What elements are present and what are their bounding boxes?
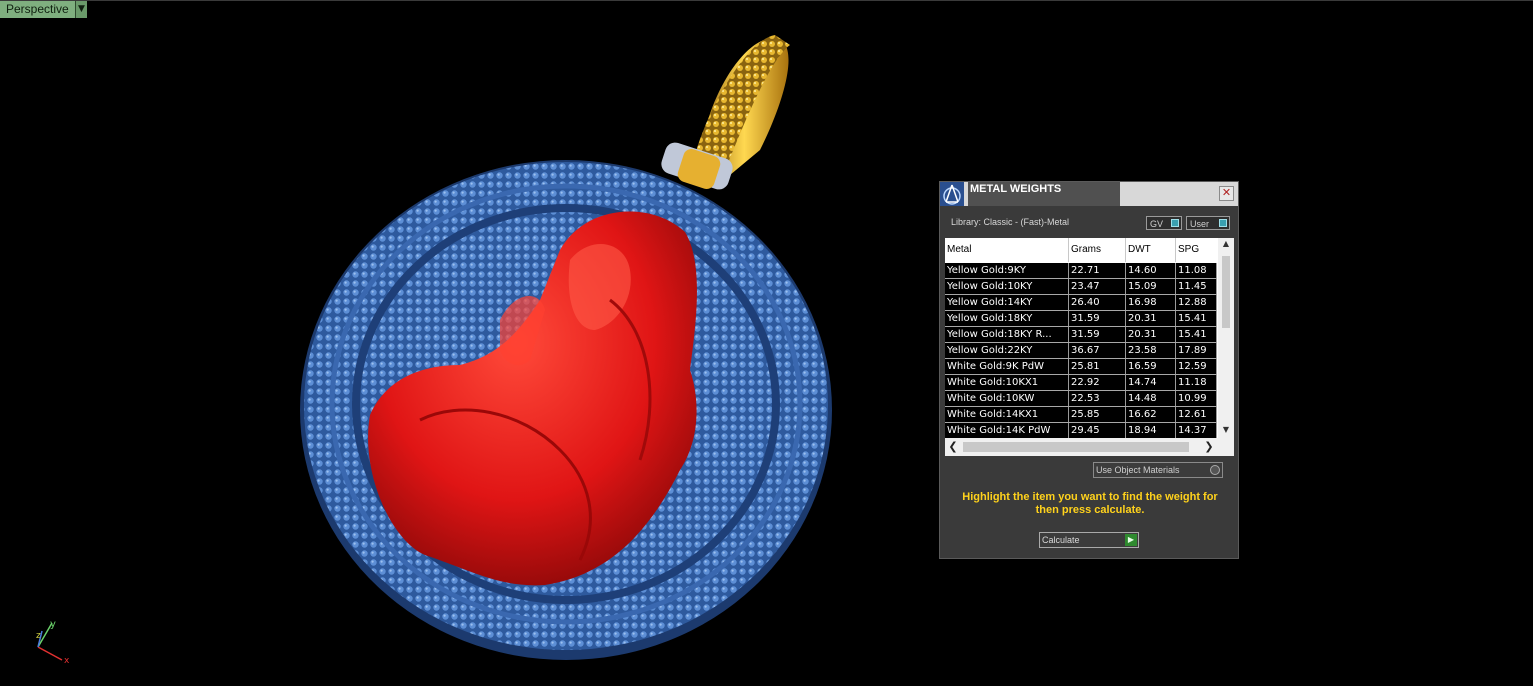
gv-toggle-icon [1171,219,1179,227]
dwt-cell: 14.48 [1126,391,1176,406]
calculate-label: Calculate [1042,535,1080,545]
grams-cell: 31.59 [1069,327,1126,342]
table-row[interactable]: Yellow Gold:22KY 36.67 23.58 17.89 [945,343,1217,359]
spg-cell: 12.88 [1176,295,1217,310]
vertical-scrollbar[interactable]: ▲ ▼ [1218,238,1234,438]
dwt-cell: 16.59 [1126,359,1176,374]
table-row[interactable]: Yellow Gold:9KY 22.71 14.60 11.08 [945,263,1217,279]
metal-cell: Yellow Gold:14KY [945,295,1069,310]
metal-cell: Yellow Gold:10KY [945,279,1069,294]
spg-cell: 15.41 [1176,327,1217,342]
scroll-right-icon[interactable]: ❯ [1201,438,1217,456]
grams-cell: 23.47 [1069,279,1126,294]
column-header-spg[interactable]: SPG [1176,238,1217,262]
metal-cell: White Gold:10KW [945,391,1069,406]
table-row[interactable]: White Gold:10KX1 22.92 14.74 11.18 [945,375,1217,391]
viewport-label[interactable]: Perspective [0,1,76,18]
dwt-cell: 14.74 [1126,375,1176,390]
metal-cell: Yellow Gold:22KY [945,343,1069,358]
grams-cell: 22.53 [1069,391,1126,406]
close-icon[interactable]: ✕ [1219,186,1234,201]
table-row[interactable]: White Gold:14K PdW 29.45 18.94 14.37 [945,423,1217,439]
table-row[interactable]: Yellow Gold:18KY 31.59 20.31 15.41 [945,311,1217,327]
scroll-left-icon[interactable]: ❮ [945,438,961,456]
axis-gizmo: y z x [36,619,70,666]
app-logo-icon [940,182,964,206]
dwt-cell: 18.94 [1126,423,1176,438]
table-row[interactable]: Yellow Gold:18KY R... 31.59 20.31 15.41 [945,327,1217,343]
grams-cell: 36.67 [1069,343,1126,358]
gv-button-label: GV [1150,219,1164,229]
dwt-cell: 16.62 [1126,407,1176,422]
spg-cell: 17.89 [1176,343,1217,358]
spg-cell: 11.08 [1176,263,1217,278]
column-header-dwt[interactable]: DWT [1126,238,1176,262]
metal-weights-table[interactable]: Metal Grams DWT SPG Yellow Gold:9KY 22.71… [945,238,1234,456]
user-button[interactable]: User [1186,216,1230,230]
table-row[interactable]: White Gold:10KW 22.53 14.48 10.99 [945,391,1217,407]
grams-cell: 25.81 [1069,359,1126,374]
calculate-button[interactable]: Calculate ▶ [1039,532,1139,548]
library-label: Library: Classic - (Fast)-Metal [951,217,1070,227]
scroll-down-icon[interactable]: ▼ [1218,424,1234,436]
toggle-knob-icon [1210,465,1220,475]
table-row[interactable]: Yellow Gold:14KY 26.40 16.98 12.88 [945,295,1217,311]
scroll-up-icon[interactable]: ▲ [1218,238,1234,250]
grams-cell: 26.40 [1069,295,1126,310]
bail [661,35,790,190]
grams-cell: 25.85 [1069,407,1126,422]
spg-cell: 10.99 [1176,391,1217,406]
play-arrow-icon: ▶ [1125,534,1137,546]
dwt-cell: 20.31 [1126,311,1176,326]
axis-x-label: x [64,656,70,666]
column-header-metal[interactable]: Metal [945,238,1069,262]
table-header: Metal Grams DWT SPG [945,238,1217,262]
grams-cell: 29.45 [1069,423,1126,438]
spg-cell: 15.41 [1176,311,1217,326]
user-toggle-icon [1219,219,1227,227]
dialog-header[interactable]: METAL WEIGHTS ✕ [940,182,1238,206]
table-body: Yellow Gold:9KY 22.71 14.60 11.08 Yellow Gol… [945,263,1217,439]
horizontal-scrollbar[interactable]: ❮ ❯ [945,438,1234,456]
metal-cell: Yellow Gold:18KY R... [945,327,1069,342]
dwt-cell: 14.60 [1126,263,1176,278]
instruction-text: Highlight the item you want to find the … [962,491,1218,516]
table-row[interactable]: White Gold:9K PdW 25.81 16.59 12.59 [945,359,1217,375]
metal-cell: Yellow Gold:9KY [945,263,1069,278]
user-button-label: User [1190,219,1210,229]
grams-cell: 31.59 [1069,311,1126,326]
metal-cell: Yellow Gold:18KY [945,311,1069,326]
grams-cell: 22.71 [1069,263,1126,278]
spg-cell: 11.18 [1176,375,1217,390]
viewport-menu-chevron-icon[interactable]: ▼ [75,1,87,18]
spg-cell: 11.45 [1176,279,1217,294]
table-row[interactable]: Yellow Gold:10KY 23.47 15.09 11.45 [945,279,1217,295]
use-object-materials-toggle[interactable]: Use Object Materials [1093,462,1223,478]
column-header-grams[interactable]: Grams [1069,238,1126,262]
axis-z-label: z [36,631,41,641]
gv-button[interactable]: GV [1146,216,1182,230]
axis-y-label: y [50,619,56,630]
metal-cell: White Gold:14K PdW [945,423,1069,438]
dialog-title: METAL WEIGHTS [968,182,1120,206]
metal-weights-dialog: METAL WEIGHTS ✕ Library: Classic - (Fast… [939,181,1239,559]
pendant-model-view[interactable] [0,0,1533,686]
spg-cell: 14.37 [1176,423,1217,438]
metal-cell: White Gold:9K PdW [945,359,1069,374]
metal-cell: White Gold:10KX1 [945,375,1069,390]
horizontal-scroll-thumb[interactable] [963,442,1189,452]
vertical-scroll-thumb[interactable] [1222,256,1230,328]
spg-cell: 12.61 [1176,407,1217,422]
use-object-materials-label: Use Object Materials [1096,465,1180,475]
table-row[interactable]: White Gold:14KX1 25.85 16.62 12.61 [945,407,1217,423]
grams-cell: 22.92 [1069,375,1126,390]
dwt-cell: 20.31 [1126,327,1176,342]
dwt-cell: 16.98 [1126,295,1176,310]
dwt-cell: 23.58 [1126,343,1176,358]
dwt-cell: 15.09 [1126,279,1176,294]
metal-cell: White Gold:14KX1 [945,407,1069,422]
spg-cell: 12.59 [1176,359,1217,374]
